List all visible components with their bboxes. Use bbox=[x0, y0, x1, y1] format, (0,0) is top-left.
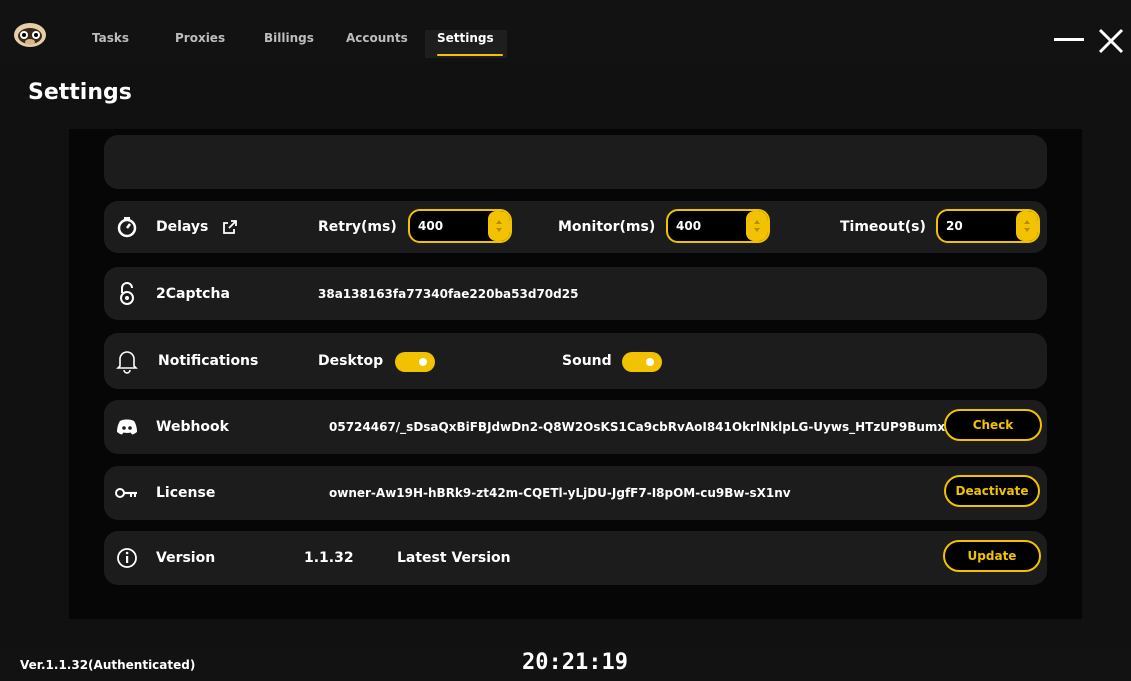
tab-tasks[interactable]: Tasks bbox=[80, 30, 141, 58]
tab-billings-label: Billings bbox=[264, 31, 314, 45]
retry-label: Retry(ms) bbox=[318, 219, 397, 235]
retry-stepper[interactable] bbox=[488, 211, 510, 241]
notifications-row: Notifications Desktop Sound bbox=[104, 333, 1047, 389]
desktop-label: Desktop bbox=[318, 353, 384, 369]
version-number: 1.1.32 bbox=[304, 550, 354, 566]
chevron-up-icon bbox=[754, 220, 760, 224]
captcha-key[interactable]: 38a138163fa77340fae220ba53d70d25 bbox=[318, 267, 578, 320]
license-label: License bbox=[156, 485, 216, 501]
page-title: Settings bbox=[28, 80, 132, 105]
delays-label: Delays bbox=[156, 201, 238, 253]
monitor-stepper[interactable] bbox=[746, 211, 768, 241]
delays-row: Delays Retry(ms) 400 Monitor(ms) 400 Tim… bbox=[104, 201, 1047, 253]
chevron-up-icon bbox=[496, 220, 502, 224]
monitor-label: Monitor(ms) bbox=[558, 219, 656, 235]
monitor-value: 400 bbox=[676, 219, 702, 233]
tab-tasks-label: Tasks bbox=[92, 31, 130, 45]
check-button[interactable]: Check bbox=[944, 409, 1042, 441]
toggle-knob bbox=[419, 358, 427, 366]
retry-value: 400 bbox=[418, 219, 444, 233]
tab-accounts-label: Accounts bbox=[346, 31, 408, 45]
minimize-icon bbox=[1054, 38, 1084, 41]
webhook-row: Webhook 05724467/_sDsaQxBiFBJdwDn2-Q8W2O… bbox=[104, 400, 1047, 454]
chevron-up-icon bbox=[1024, 220, 1030, 224]
external-link-icon[interactable] bbox=[222, 219, 238, 235]
monkey-logo-icon bbox=[10, 22, 54, 52]
chevron-down-icon bbox=[496, 228, 502, 232]
version-status: Latest Version bbox=[397, 550, 511, 566]
webhook-label: Webhook bbox=[156, 419, 229, 435]
discord-icon bbox=[114, 414, 140, 440]
stopwatch-icon bbox=[114, 214, 140, 240]
status-bar: Ver.1.1.32(Authenticated) 20:21:19 bbox=[0, 646, 1131, 681]
captcha-row: 2Captcha 38a138163fa77340fae220ba53d70d2… bbox=[104, 267, 1047, 320]
desktop-toggle[interactable] bbox=[395, 352, 435, 372]
settings-header-row bbox=[104, 135, 1047, 189]
delays-label-text: Delays bbox=[156, 219, 209, 235]
retry-input[interactable]: 400 bbox=[408, 209, 512, 243]
chevron-down-icon bbox=[754, 228, 760, 232]
title-bar: Tasks Proxies Billings Accounts Settings bbox=[0, 0, 1131, 62]
notifications-label: Notifications bbox=[158, 353, 259, 369]
chevron-down-icon bbox=[1024, 228, 1030, 232]
webhook-url[interactable]: 05724467/_sDsaQxBiFBJdwDn2-Q8W2OsKS1Ca9c… bbox=[329, 400, 958, 454]
tab-proxies[interactable]: Proxies bbox=[163, 30, 237, 58]
close-icon bbox=[1098, 28, 1124, 54]
bell-icon bbox=[114, 348, 140, 374]
tab-billings[interactable]: Billings bbox=[252, 30, 326, 58]
tab-accounts[interactable]: Accounts bbox=[334, 30, 420, 58]
timeout-stepper[interactable] bbox=[1016, 211, 1038, 241]
close-button[interactable] bbox=[1092, 24, 1128, 58]
captcha-label: 2Captcha bbox=[156, 285, 230, 302]
license-row: License owner-Aw19H-hBRk9-zt42m-CQETl-yL… bbox=[104, 466, 1047, 520]
monitor-input[interactable]: 400 bbox=[666, 209, 770, 243]
unlock-icon bbox=[114, 281, 140, 307]
tab-settings[interactable]: Settings bbox=[425, 30, 507, 58]
toggle-knob bbox=[646, 358, 654, 366]
version-row: Version 1.1.32 Latest Version Update bbox=[104, 531, 1047, 585]
license-key[interactable]: owner-Aw19H-hBRk9-zt42m-CQETl-yLjDU-JgfF… bbox=[329, 466, 791, 520]
info-icon bbox=[114, 545, 140, 571]
version-label: Version bbox=[156, 550, 216, 566]
update-button[interactable]: Update bbox=[943, 540, 1041, 572]
timeout-label: Timeout(s) bbox=[840, 219, 926, 235]
tab-proxies-label: Proxies bbox=[175, 31, 226, 45]
timeout-input[interactable]: 20 bbox=[936, 209, 1040, 243]
deactivate-button[interactable]: Deactivate bbox=[944, 475, 1040, 507]
clock: 20:21:19 bbox=[522, 650, 628, 675]
minimize-button[interactable] bbox=[1052, 24, 1088, 58]
version-status-text: Ver.1.1.32(Authenticated) bbox=[20, 658, 196, 672]
sound-toggle[interactable] bbox=[622, 352, 662, 372]
tab-settings-label: Settings bbox=[437, 31, 494, 45]
sound-label: Sound bbox=[562, 353, 612, 369]
timeout-value: 20 bbox=[946, 219, 963, 233]
active-tab-indicator bbox=[437, 54, 503, 56]
key-icon bbox=[114, 480, 140, 506]
